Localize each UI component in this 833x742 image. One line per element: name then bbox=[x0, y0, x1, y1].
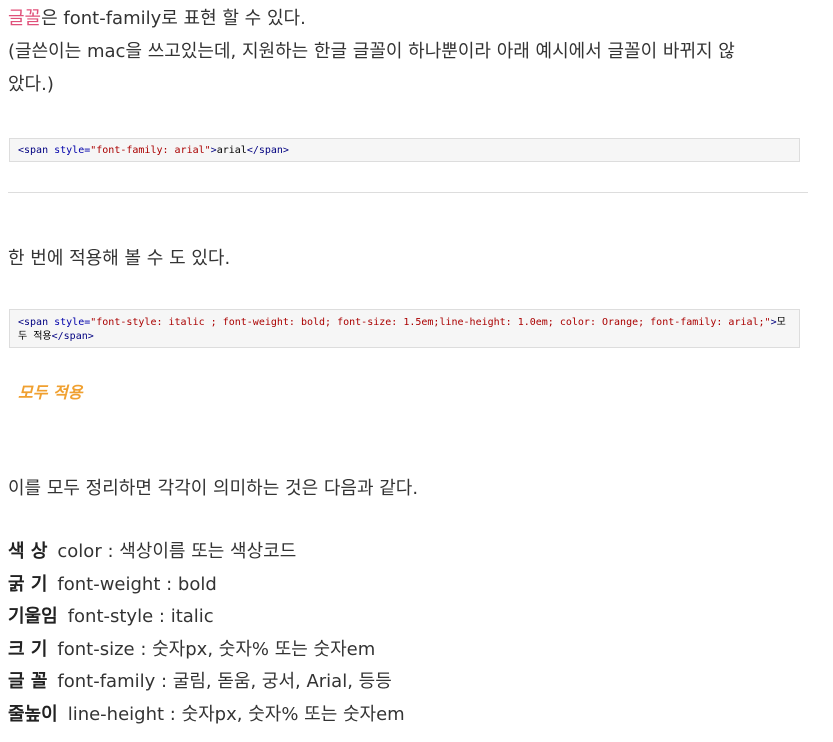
property-row: 색 상 color : 색상이름 또는 색상코드 bbox=[8, 536, 808, 569]
styled-demo-text: 모두 적용 bbox=[18, 383, 83, 402]
property-label: 크 기 bbox=[8, 638, 48, 660]
horizontal-divider bbox=[8, 192, 808, 193]
code-attr-value: "font-family: arial" bbox=[90, 145, 211, 156]
property-list: 색 상 color : 색상이름 또는 색상코드 굵 기 font-weight : … bbox=[8, 536, 808, 732]
property-label: 줄높이 bbox=[8, 703, 58, 725]
property-label: 글 꼴 bbox=[8, 671, 48, 693]
property-name: color bbox=[57, 541, 102, 562]
property-row: 크 기 font-size : 숫자px, 숫자% 또는 숫자em bbox=[8, 634, 808, 667]
highlight-word: 글꼴 bbox=[8, 8, 42, 29]
code-block-font-family: <span style="font-family: arial">arial</… bbox=[9, 138, 800, 162]
property-value: 숫자px, 숫자% 또는 숫자em bbox=[152, 638, 376, 660]
property-row: 기울임 font-style : italic bbox=[8, 601, 808, 634]
property-name: font-style bbox=[67, 606, 154, 628]
property-value: bold bbox=[177, 573, 217, 595]
summary-text: 이를 모두 정리하면 각각이 의미하는 것은 다음과 같다. bbox=[8, 478, 419, 499]
code-attr: style= bbox=[54, 145, 91, 156]
intro-note-line1: (글쓴이는 mac을 쓰고있는데, 지원하는 한글 글꼴이 하나뿐이라 아래 예… bbox=[8, 41, 735, 62]
intro-note-line2: 았다.) bbox=[8, 74, 54, 95]
property-separator: : bbox=[153, 606, 171, 628]
property-value: 숫자px, 숫자% 또는 숫자em bbox=[181, 703, 405, 725]
property-name: font-weight bbox=[57, 573, 161, 595]
property-separator: : bbox=[160, 573, 178, 595]
code-inner-text: arial bbox=[216, 145, 247, 156]
intro-line: 글꼴은 font-family로 표현 할 수 있다. bbox=[8, 2, 808, 35]
property-name: line-height bbox=[67, 703, 165, 725]
property-separator: : bbox=[155, 671, 173, 693]
section2-text: 한 번에 적용해 볼 수 도 있다. bbox=[8, 248, 231, 269]
property-name: font-family bbox=[57, 671, 156, 693]
document-page: 글꼴은 font-family로 표현 할 수 있다. (글쓴이는 mac을 쓰… bbox=[0, 0, 833, 742]
code-attr-value: "font-style: italic ; font-weight: bold;… bbox=[90, 317, 771, 328]
property-label: 기울임 bbox=[8, 606, 58, 628]
code-block-combined: <span style="font-style: italic ; font-w… bbox=[9, 309, 800, 348]
code-tag-open: <span bbox=[18, 317, 55, 328]
code-tag-end: </span> bbox=[246, 145, 289, 156]
property-value: 색상이름 또는 색상코드 bbox=[119, 541, 297, 562]
property-label: 색 상 bbox=[8, 541, 48, 562]
property-value: 굴림, 돋움, 궁서, Arial, 등등 bbox=[172, 671, 392, 693]
property-label: 굵 기 bbox=[8, 573, 48, 595]
code-attr: style= bbox=[54, 317, 91, 328]
code-tag-open: <span bbox=[18, 145, 55, 156]
code-tag-end: </span> bbox=[51, 331, 94, 342]
property-row: 굵 기 font-weight : bold bbox=[8, 569, 808, 602]
property-row: 줄높이 line-height : 숫자px, 숫자% 또는 숫자em bbox=[8, 699, 808, 732]
property-name: font-size bbox=[57, 638, 135, 660]
property-separator: : bbox=[164, 703, 182, 725]
property-row: 글 꼴 font-family : 굴림, 돋움, 궁서, Arial, 등등 bbox=[8, 666, 808, 699]
property-value: italic bbox=[170, 606, 214, 628]
intro-rest: 은 font-family로 표현 할 수 있다. bbox=[41, 8, 306, 29]
intro-paragraph: 글꼴은 font-family로 표현 할 수 있다. (글쓴이는 mac을 쓰… bbox=[8, 2, 808, 101]
property-separator: : bbox=[134, 638, 153, 660]
property-separator: : bbox=[101, 541, 120, 562]
